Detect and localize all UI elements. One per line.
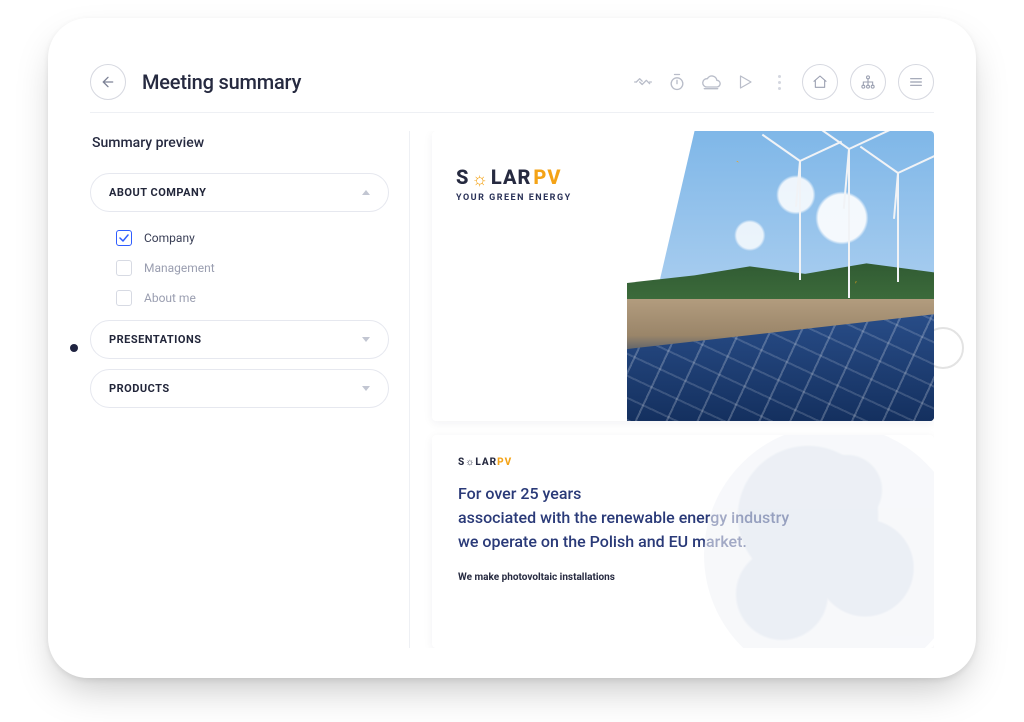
org-chart-button[interactable]	[850, 64, 886, 100]
brand-text: PV	[497, 457, 512, 468]
brand-block: S ☼ LAR PV YOUR GREEN ENERGY	[432, 131, 627, 421]
checkbox-label: Management	[144, 261, 215, 275]
brand-logo: S ☼ LAR PV	[456, 165, 627, 189]
summary-sidebar: Summary preview ABOUT COMPANY Company	[90, 131, 410, 648]
checkbox-management[interactable]: Management	[116, 260, 383, 276]
slide-hero-image	[627, 131, 934, 421]
section-label: ABOUT COMPANY	[109, 186, 206, 199]
menu-button[interactable]	[898, 64, 934, 100]
arrow-left-icon	[100, 74, 116, 90]
preview-slide-2[interactable]: S☼LARPV For over 25 years associated wit…	[432, 435, 934, 648]
checkbox-company[interactable]: Company	[116, 230, 383, 246]
preview-panel: S ☼ LAR PV YOUR GREEN ENERGY	[410, 131, 934, 648]
globe-graphic	[704, 435, 934, 648]
brand-text: PV	[533, 165, 561, 189]
checkbox-label: Company	[144, 231, 195, 245]
section-presentations[interactable]: PRESENTATIONS	[90, 320, 389, 359]
sidebar-title: Summary preview	[92, 135, 389, 151]
brand-text: S	[456, 165, 469, 189]
checkbox-icon	[116, 230, 132, 246]
checkbox-label: About me	[144, 291, 196, 305]
top-bar: Meeting summary	[90, 52, 934, 112]
app-screen: Meeting summary	[90, 52, 934, 648]
accordion: ABOUT COMPANY Company Management	[90, 173, 389, 408]
checkbox-about-me[interactable]: About me	[116, 290, 383, 306]
section-about-company[interactable]: ABOUT COMPANY	[90, 173, 389, 212]
handshake-icon[interactable]	[632, 71, 654, 93]
brand-text: LAR	[491, 165, 531, 189]
checkbox-icon	[116, 290, 132, 306]
back-button[interactable]	[90, 64, 126, 100]
brand-tagline: YOUR GREEN ENERGY	[456, 193, 627, 203]
tablet-frame: Meeting summary	[48, 18, 976, 678]
content-area: Summary preview ABOUT COMPANY Company	[90, 112, 934, 648]
chevron-down-icon	[362, 337, 370, 342]
chevron-up-icon	[362, 190, 370, 195]
brand-text: S☼LAR	[458, 457, 497, 468]
preview-slide-1[interactable]: S ☼ LAR PV YOUR GREEN ENERGY	[432, 131, 934, 421]
wind-turbine-icon	[897, 172, 899, 282]
toolbar-icons	[632, 64, 934, 100]
play-icon[interactable]	[734, 71, 756, 93]
chevron-down-icon	[362, 386, 370, 391]
home-button[interactable]	[802, 64, 838, 100]
tablet-camera	[70, 344, 78, 352]
section-label: PRODUCTS	[109, 382, 170, 395]
cloud-upload-icon[interactable]	[700, 71, 722, 93]
checkbox-icon	[116, 260, 132, 276]
section-products[interactable]: PRODUCTS	[90, 369, 389, 408]
section-label: PRESENTATIONS	[109, 333, 202, 346]
more-divider-icon	[772, 75, 786, 90]
section-about-company-body: Company Management About me	[90, 222, 389, 310]
sun-icon: ☼	[471, 169, 489, 190]
timer-icon[interactable]	[666, 71, 688, 93]
page-title: Meeting summary	[142, 70, 301, 94]
